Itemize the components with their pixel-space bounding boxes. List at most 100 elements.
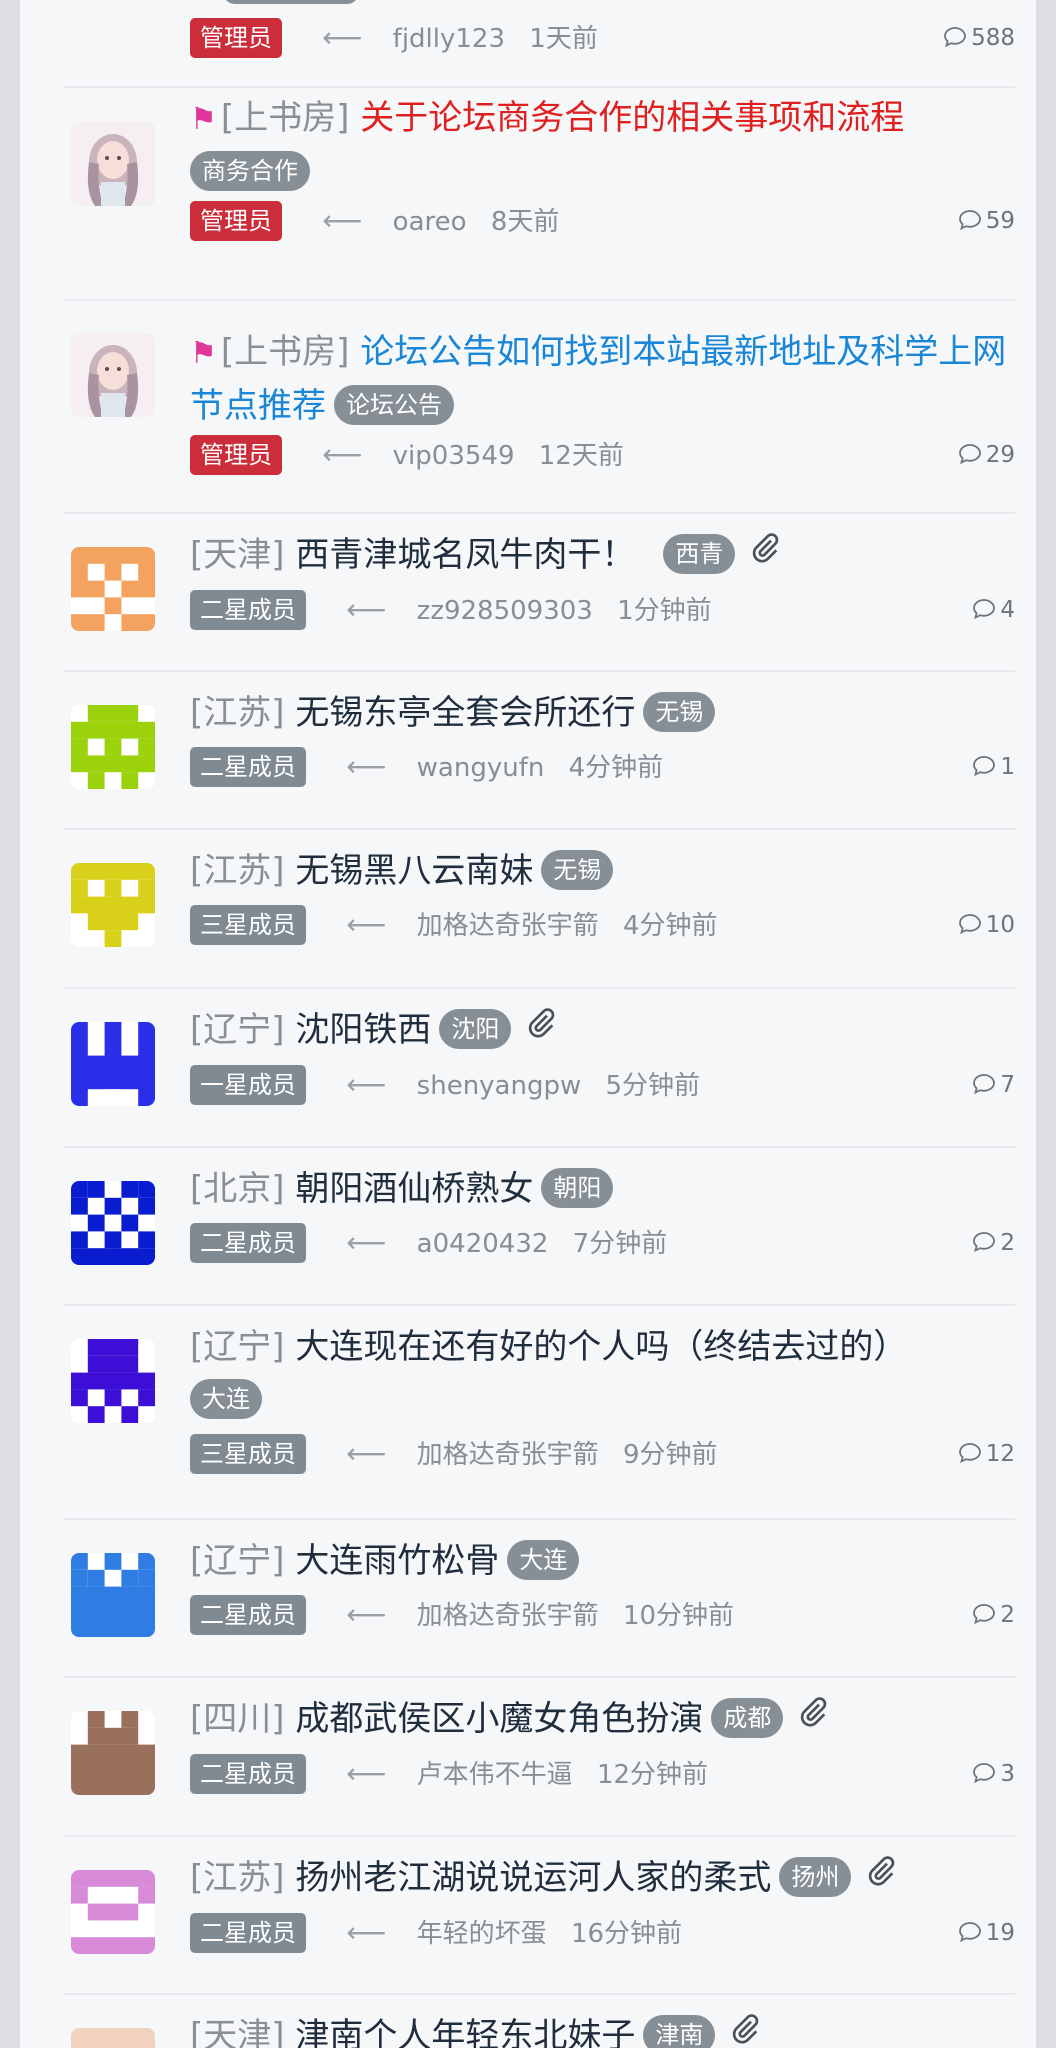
identicon-avatar	[71, 1553, 155, 1637]
thread-title[interactable]: 西青津城名凤牛肉干！	[295, 535, 635, 575]
reply-count-value: 7	[1000, 1072, 1015, 1098]
avatar[interactable]	[71, 705, 155, 789]
thread-title[interactable]: 关于论坛商务合作的相关事项和流程	[360, 98, 904, 138]
thread-tag[interactable]: 朝阳	[541, 1167, 614, 1208]
thread-title[interactable]: 大连现在还有好的个人吗（终结去过的）	[295, 1327, 907, 1367]
thread-time: 8天前	[490, 207, 560, 237]
paperclip-icon	[749, 527, 781, 580]
thread-row[interactable]: [辽宁] 大连雨竹松骨 大连 二星成员 ⟵ 加格达奇张宇箭 10分钟前 2	[63, 1520, 1015, 1678]
thread-title[interactable]: 沈阳铁西	[295, 1010, 431, 1050]
reply-count: 10	[958, 903, 1015, 947]
comment-icon	[973, 1603, 996, 1624]
comment-icon	[973, 598, 996, 619]
thread-row[interactable]: [江苏] 扬州老江湖说说运河人家的柔式 扬州 二星成员 ⟵ 年轻的坏蛋 16分钟前…	[63, 1837, 1015, 1995]
thread-author[interactable]: wangyufn	[417, 753, 545, 783]
forum-name[interactable]: [天津]	[190, 535, 285, 575]
forum-name[interactable]: [江苏]	[190, 851, 285, 891]
thread-author[interactable]: 卢本伟不牛逼	[417, 1760, 573, 1790]
user-rank-badge: 二星成员	[190, 746, 306, 787]
thread-tag[interactable]: 津南	[643, 2014, 716, 2048]
avatar[interactable]	[71, 863, 155, 947]
avatar[interactable]	[71, 333, 155, 417]
thread-meta: 二星成员 ⟵ zz928509303 1分钟前 4	[190, 588, 1015, 632]
thread-tag[interactable]: 扬州	[779, 1856, 852, 1897]
thread-tag[interactable]: 大连	[507, 1539, 580, 1580]
thread-list: 管理员 ⟵ fjdlly123 1天前 588 ⚑ [上书房] 关于论坛商务合作…	[20, 0, 1036, 2048]
thread-tag[interactable]: 西青	[663, 533, 736, 574]
thread-title[interactable]: 朝阳酒仙桥熟女	[295, 1169, 533, 1209]
thread-author[interactable]: a0420432	[417, 1229, 549, 1259]
user-rank-badge: 管理员	[190, 434, 282, 475]
avatar[interactable]	[71, 122, 155, 206]
reply-count: 12	[958, 1432, 1015, 1476]
thread-title-line: [江苏] 无锡东亭全套会所还行 无锡	[190, 687, 1015, 740]
forum-name[interactable]: [辽宁]	[190, 1010, 285, 1050]
forum-name[interactable]: [江苏]	[190, 1858, 285, 1898]
thread-tag[interactable]: 无锡	[541, 849, 614, 890]
thread-author[interactable]: 加格达奇张宇箭	[417, 1440, 599, 1470]
thread-row[interactable]: ⚑ [上书房] 论坛公告如何找到本站最新地址及科学上网节点推荐 论坛公告 管理员 ⟵…	[63, 301, 1015, 514]
avatar[interactable]	[71, 1870, 155, 1954]
avatar-photo	[71, 122, 155, 206]
forum-name[interactable]: [江苏]	[190, 693, 285, 733]
forum-name[interactable]: [天津]	[190, 2016, 285, 2048]
reply-count: 4	[972, 588, 1015, 632]
thread-row[interactable]: [北京] 朝阳酒仙桥熟女 朝阳 二星成员 ⟵ a0420432 7分钟前 2	[63, 1148, 1015, 1306]
tag[interactable]	[223, 0, 359, 4]
thread-author[interactable]: vip03549	[393, 441, 515, 471]
thread-author[interactable]: 年轻的坏蛋	[417, 1919, 547, 1949]
thread-title[interactable]: 大连雨竹松骨	[295, 1541, 499, 1581]
avatar[interactable]	[71, 2028, 155, 2048]
forum-name[interactable]: [四川]	[190, 1699, 285, 1739]
forum-name[interactable]: [上书房]	[221, 332, 350, 372]
thread-row[interactable]: ⚑ [上书房] 关于论坛商务合作的相关事项和流程 商务合作 管理员 ⟵ oareo…	[63, 88, 1015, 301]
user-rank-badge: 二星成员	[190, 589, 306, 630]
avatar[interactable]	[71, 1022, 155, 1106]
thread-tag[interactable]: 无锡	[643, 691, 716, 732]
arrow-left-icon: ⟵	[322, 21, 363, 54]
forum-name[interactable]: [北京]	[190, 1169, 285, 1209]
thread-tag[interactable]: 商务合作	[190, 150, 310, 191]
thread-title[interactable]: 成都武侯区小魔女角色扮演	[295, 1699, 703, 1739]
reply-count-value: 59	[985, 208, 1015, 234]
thread-row[interactable]: [天津] 津南个人年轻东北妹子 津南	[63, 1995, 1015, 2048]
thread-tag[interactable]: 大连	[190, 1378, 262, 1419]
thread-author[interactable]: fjdlly123	[393, 24, 505, 54]
thread-row[interactable]: [四川] 成都武侯区小魔女角色扮演 成都 二星成员 ⟵ 卢本伟不牛逼 12分钟前 …	[63, 1678, 1015, 1837]
thread-row[interactable]: [天津] 西青津城名凤牛肉干！ 西青 二星成员 ⟵ zz928509303 1分钟…	[63, 514, 1015, 672]
avatar[interactable]	[71, 1711, 155, 1795]
avatar[interactable]	[71, 547, 155, 631]
thread-author[interactable]: shenyangpw	[417, 1071, 582, 1101]
thread-title[interactable]: 津南个人年轻东北妹子	[295, 2016, 635, 2048]
thread-title[interactable]: 扬州老江湖说说运河人家的柔式	[295, 1858, 771, 1898]
thread-tag[interactable]: 成都	[711, 1697, 784, 1738]
thread-author[interactable]: zz928509303	[417, 596, 593, 626]
reply-count-value: 2	[1000, 1230, 1015, 1256]
thread-row[interactable]: 管理员 ⟵ fjdlly123 1天前 588	[63, 0, 1015, 88]
forum-name[interactable]: [上书房]	[221, 98, 350, 138]
thread-title[interactable]: 无锡黑八云南妹	[295, 851, 533, 891]
avatar[interactable]	[71, 1181, 155, 1265]
avatar[interactable]	[71, 1553, 155, 1637]
thread-tag[interactable]: 沈阳	[439, 1008, 512, 1049]
forum-name[interactable]: [辽宁]	[190, 1541, 285, 1581]
identicon-avatar	[71, 863, 155, 947]
thread-row[interactable]: [江苏] 无锡东亭全套会所还行 无锡 二星成员 ⟵ wangyufn 4分钟前 1	[63, 672, 1015, 830]
thread-title-line: ⚑ [上书房] 论坛公告如何找到本站最新地址及科学上网节点推荐 论坛公告	[190, 326, 1015, 433]
thread-title[interactable]: 无锡东亭全套会所还行	[295, 693, 635, 733]
thread-tag[interactable]: 论坛公告	[334, 384, 454, 425]
thread-author[interactable]: 加格达奇张宇箭	[417, 1601, 599, 1631]
comment-icon	[958, 1442, 981, 1463]
forum-name[interactable]: [辽宁]	[190, 1327, 285, 1367]
reply-count-value: 3	[1000, 1761, 1015, 1787]
reply-count: 29	[958, 433, 1015, 477]
reply-count-value: 29	[985, 442, 1015, 468]
user-rank-badge: 二星成员	[190, 1222, 306, 1263]
thread-author[interactable]: 加格达奇张宇箭	[417, 911, 599, 941]
avatar[interactable]	[71, 1339, 155, 1423]
thread-row[interactable]: [辽宁] 大连现在还有好的个人吗（终结去过的） 大连 三星成员 ⟵ 加格达奇张宇…	[63, 1306, 1015, 1520]
thread-author[interactable]: oareo	[393, 207, 467, 237]
thread-row[interactable]: [辽宁] 沈阳铁西 沈阳 一星成员 ⟵ shenyangpw 5分钟前 7	[63, 989, 1015, 1148]
comment-icon	[958, 913, 981, 934]
thread-row[interactable]: [江苏] 无锡黑八云南妹 无锡 三星成员 ⟵ 加格达奇张宇箭 4分钟前 10	[63, 830, 1015, 989]
